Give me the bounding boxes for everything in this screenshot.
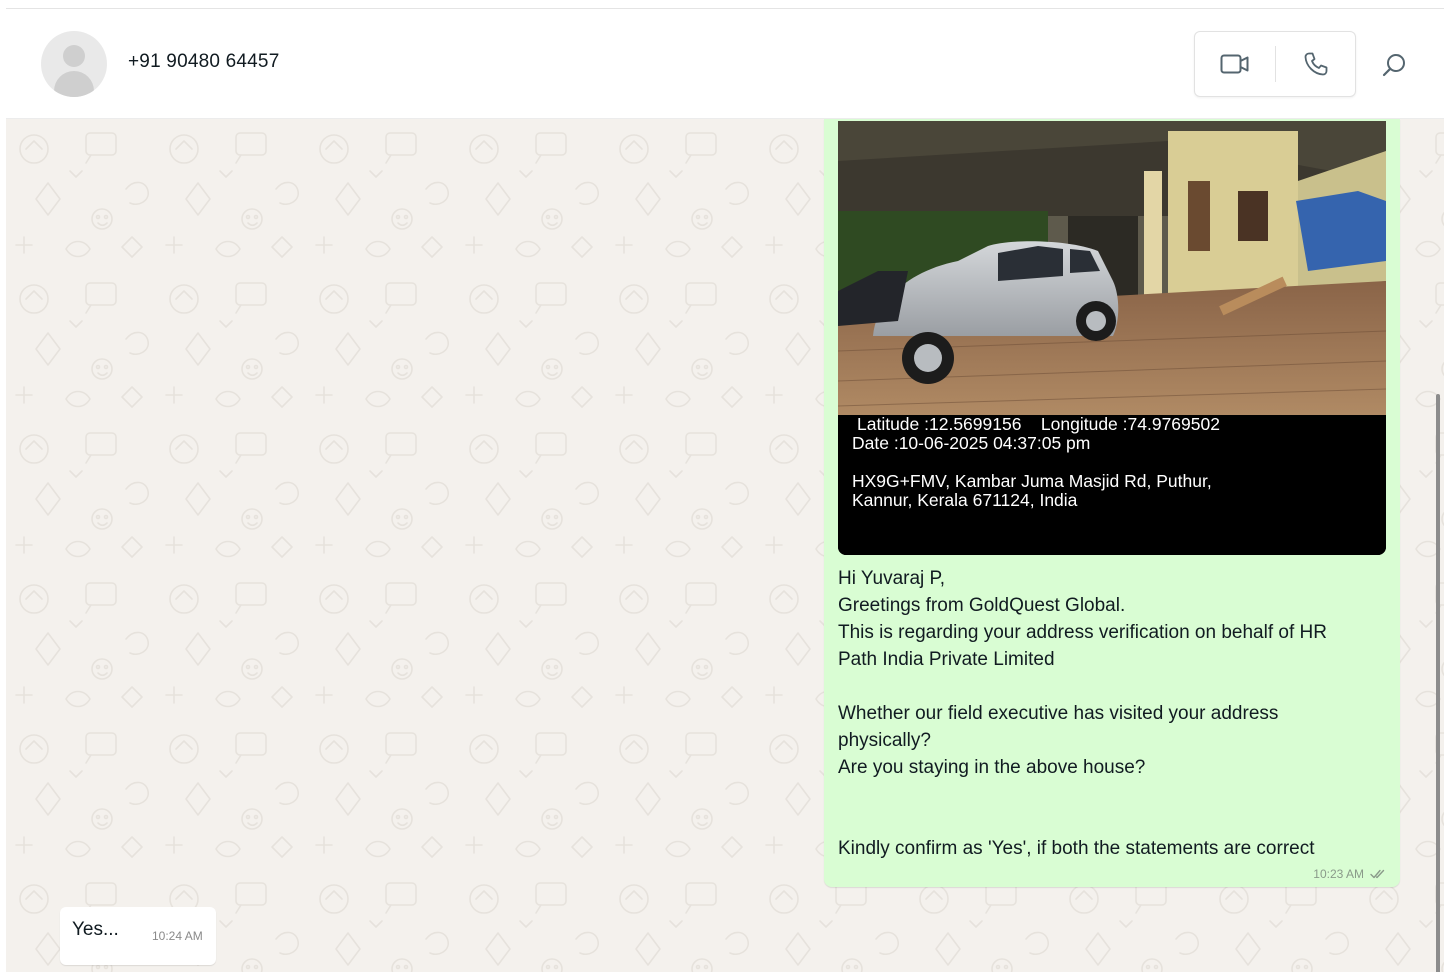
message-list[interactable]: Latitude :12.5699156 Longitude :74.97695… bbox=[6, 119, 1444, 972]
avatar-head-icon bbox=[63, 45, 85, 67]
avatar-body-icon bbox=[54, 71, 94, 97]
outgoing-message[interactable]: Latitude :12.5699156 Longitude :74.97695… bbox=[824, 119, 1400, 887]
message-line: Are you staying in the above house? bbox=[838, 757, 1146, 778]
message-line: Path India Private Limited bbox=[838, 649, 1055, 670]
geotag-stamp: Latitude :12.5699156 Longitude :74.97695… bbox=[838, 415, 1386, 555]
phone-icon bbox=[1304, 52, 1328, 76]
outgoing-message-time: 10:23 AM bbox=[1313, 867, 1364, 881]
search-button[interactable] bbox=[1374, 45, 1414, 85]
incoming-message[interactable]: Yes... 10:24 AM bbox=[60, 907, 216, 965]
call-button-group bbox=[1194, 31, 1356, 97]
message-line: Whether our field executive has visited … bbox=[838, 703, 1279, 724]
message-line: Hi Yuvaraj P, bbox=[838, 568, 946, 589]
search-icon bbox=[1382, 54, 1405, 77]
house-photo-image bbox=[838, 121, 1386, 415]
message-line: Greetings from GoldQuest Global. bbox=[838, 595, 1126, 616]
video-camera-icon bbox=[1220, 54, 1249, 74]
message-line: Kindly confirm as 'Yes', if both the sta… bbox=[838, 838, 1315, 859]
message-line bbox=[838, 808, 1378, 835]
outgoing-message-text: Hi Yuvaraj P, Greetings from GoldQuest G… bbox=[838, 565, 1378, 862]
message-line: physically? bbox=[838, 730, 931, 751]
double-check-icon bbox=[1370, 869, 1385, 879]
contact-avatar[interactable] bbox=[41, 31, 107, 97]
contact-name[interactable]: +91 90480 64457 bbox=[128, 51, 279, 73]
geotag-coordinates: Latitude :12.5699156 Longitude :74.97695… bbox=[857, 414, 1220, 434]
voice-call-button[interactable] bbox=[1276, 32, 1356, 96]
outgoing-message-meta: 10:23 AM bbox=[1313, 867, 1386, 881]
geotag-date: Date :10-06-2025 04:37:05 pm bbox=[852, 433, 1091, 453]
verification-photo[interactable]: Latitude :12.5699156 Longitude :74.97695… bbox=[838, 121, 1386, 555]
video-call-button[interactable] bbox=[1195, 32, 1275, 96]
message-line bbox=[838, 781, 1378, 808]
geotag-address-line-1: HX9G+FMV, Kambar Juma Masjid Rd, Puthur, bbox=[852, 471, 1212, 491]
chat-header: +91 90480 64457 bbox=[6, 9, 1444, 119]
message-line: This is regarding your address verificat… bbox=[838, 622, 1327, 643]
message-line bbox=[838, 673, 1378, 700]
geotag-address-line-2: Kannur, Kerala 671124, India bbox=[852, 490, 1078, 510]
incoming-message-time: 10:24 AM bbox=[152, 929, 203, 943]
incoming-message-text: Yes... bbox=[72, 919, 119, 940]
chat-scrollbar[interactable] bbox=[1436, 394, 1440, 972]
chat-window: +91 90480 64457 Latitude:12.5699156 Lon… bbox=[6, 8, 1444, 972]
